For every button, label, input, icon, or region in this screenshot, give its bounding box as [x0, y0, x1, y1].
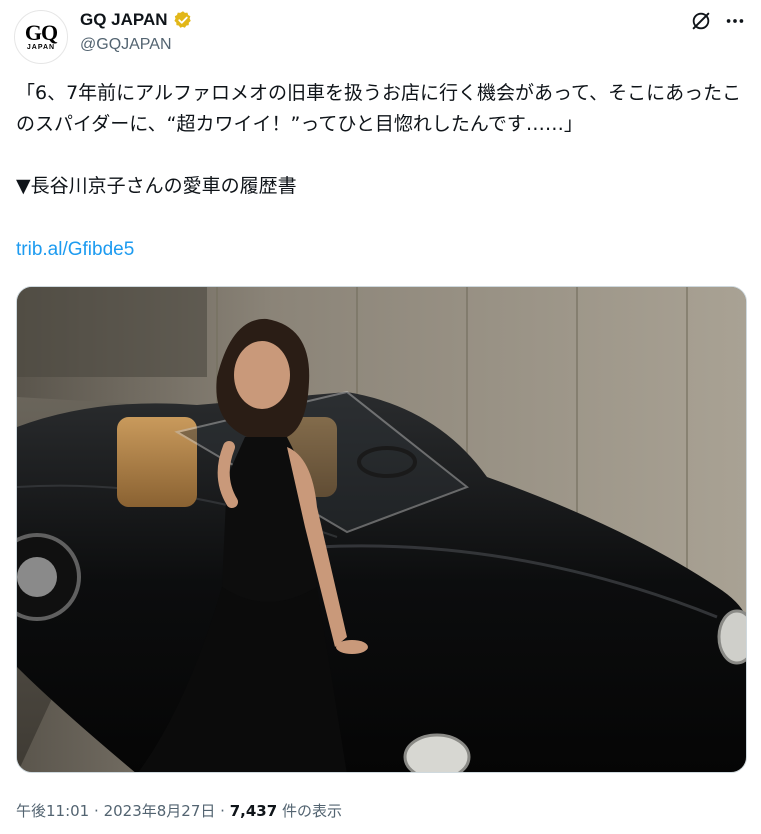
- more-icon[interactable]: [722, 8, 748, 34]
- views-count: 7,437: [229, 802, 278, 820]
- tweet-photo[interactable]: [16, 286, 747, 773]
- verified-badge-icon: [173, 11, 191, 28]
- views-label: 件の表示: [281, 802, 342, 820]
- tweet-text: 「6、7年前にアルファロメオの旧車を扱うお店に行く機会があって、そこにあったこの…: [16, 82, 742, 197]
- tweet-date[interactable]: 2023年8月27日: [104, 802, 216, 820]
- avatar[interactable]: GQ JAPAN: [14, 10, 68, 64]
- avatar-logo-sub: JAPAN: [26, 44, 56, 51]
- author-handle[interactable]: @GQJAPAN: [80, 36, 172, 54]
- grok-icon[interactable]: [688, 8, 714, 34]
- tweet-header: GQ JAPAN GQ JAPAN @GQJAPAN: [0, 0, 761, 70]
- tweet-meta: 午後11:01 · 2023年8月27日 · 7,437 件の表示: [16, 800, 342, 821]
- tweet-link[interactable]: trib.al/Gfibde5: [16, 239, 134, 261]
- photo-scene: [17, 287, 746, 772]
- author-name-row[interactable]: GQ JAPAN: [80, 10, 193, 30]
- tweet-time[interactable]: 午後11:01: [16, 802, 89, 820]
- author-name[interactable]: GQ JAPAN: [80, 10, 168, 30]
- meta-separator: ·: [220, 802, 225, 820]
- avatar-logo-main: GQ: [24, 20, 58, 45]
- meta-separator: ·: [94, 802, 99, 820]
